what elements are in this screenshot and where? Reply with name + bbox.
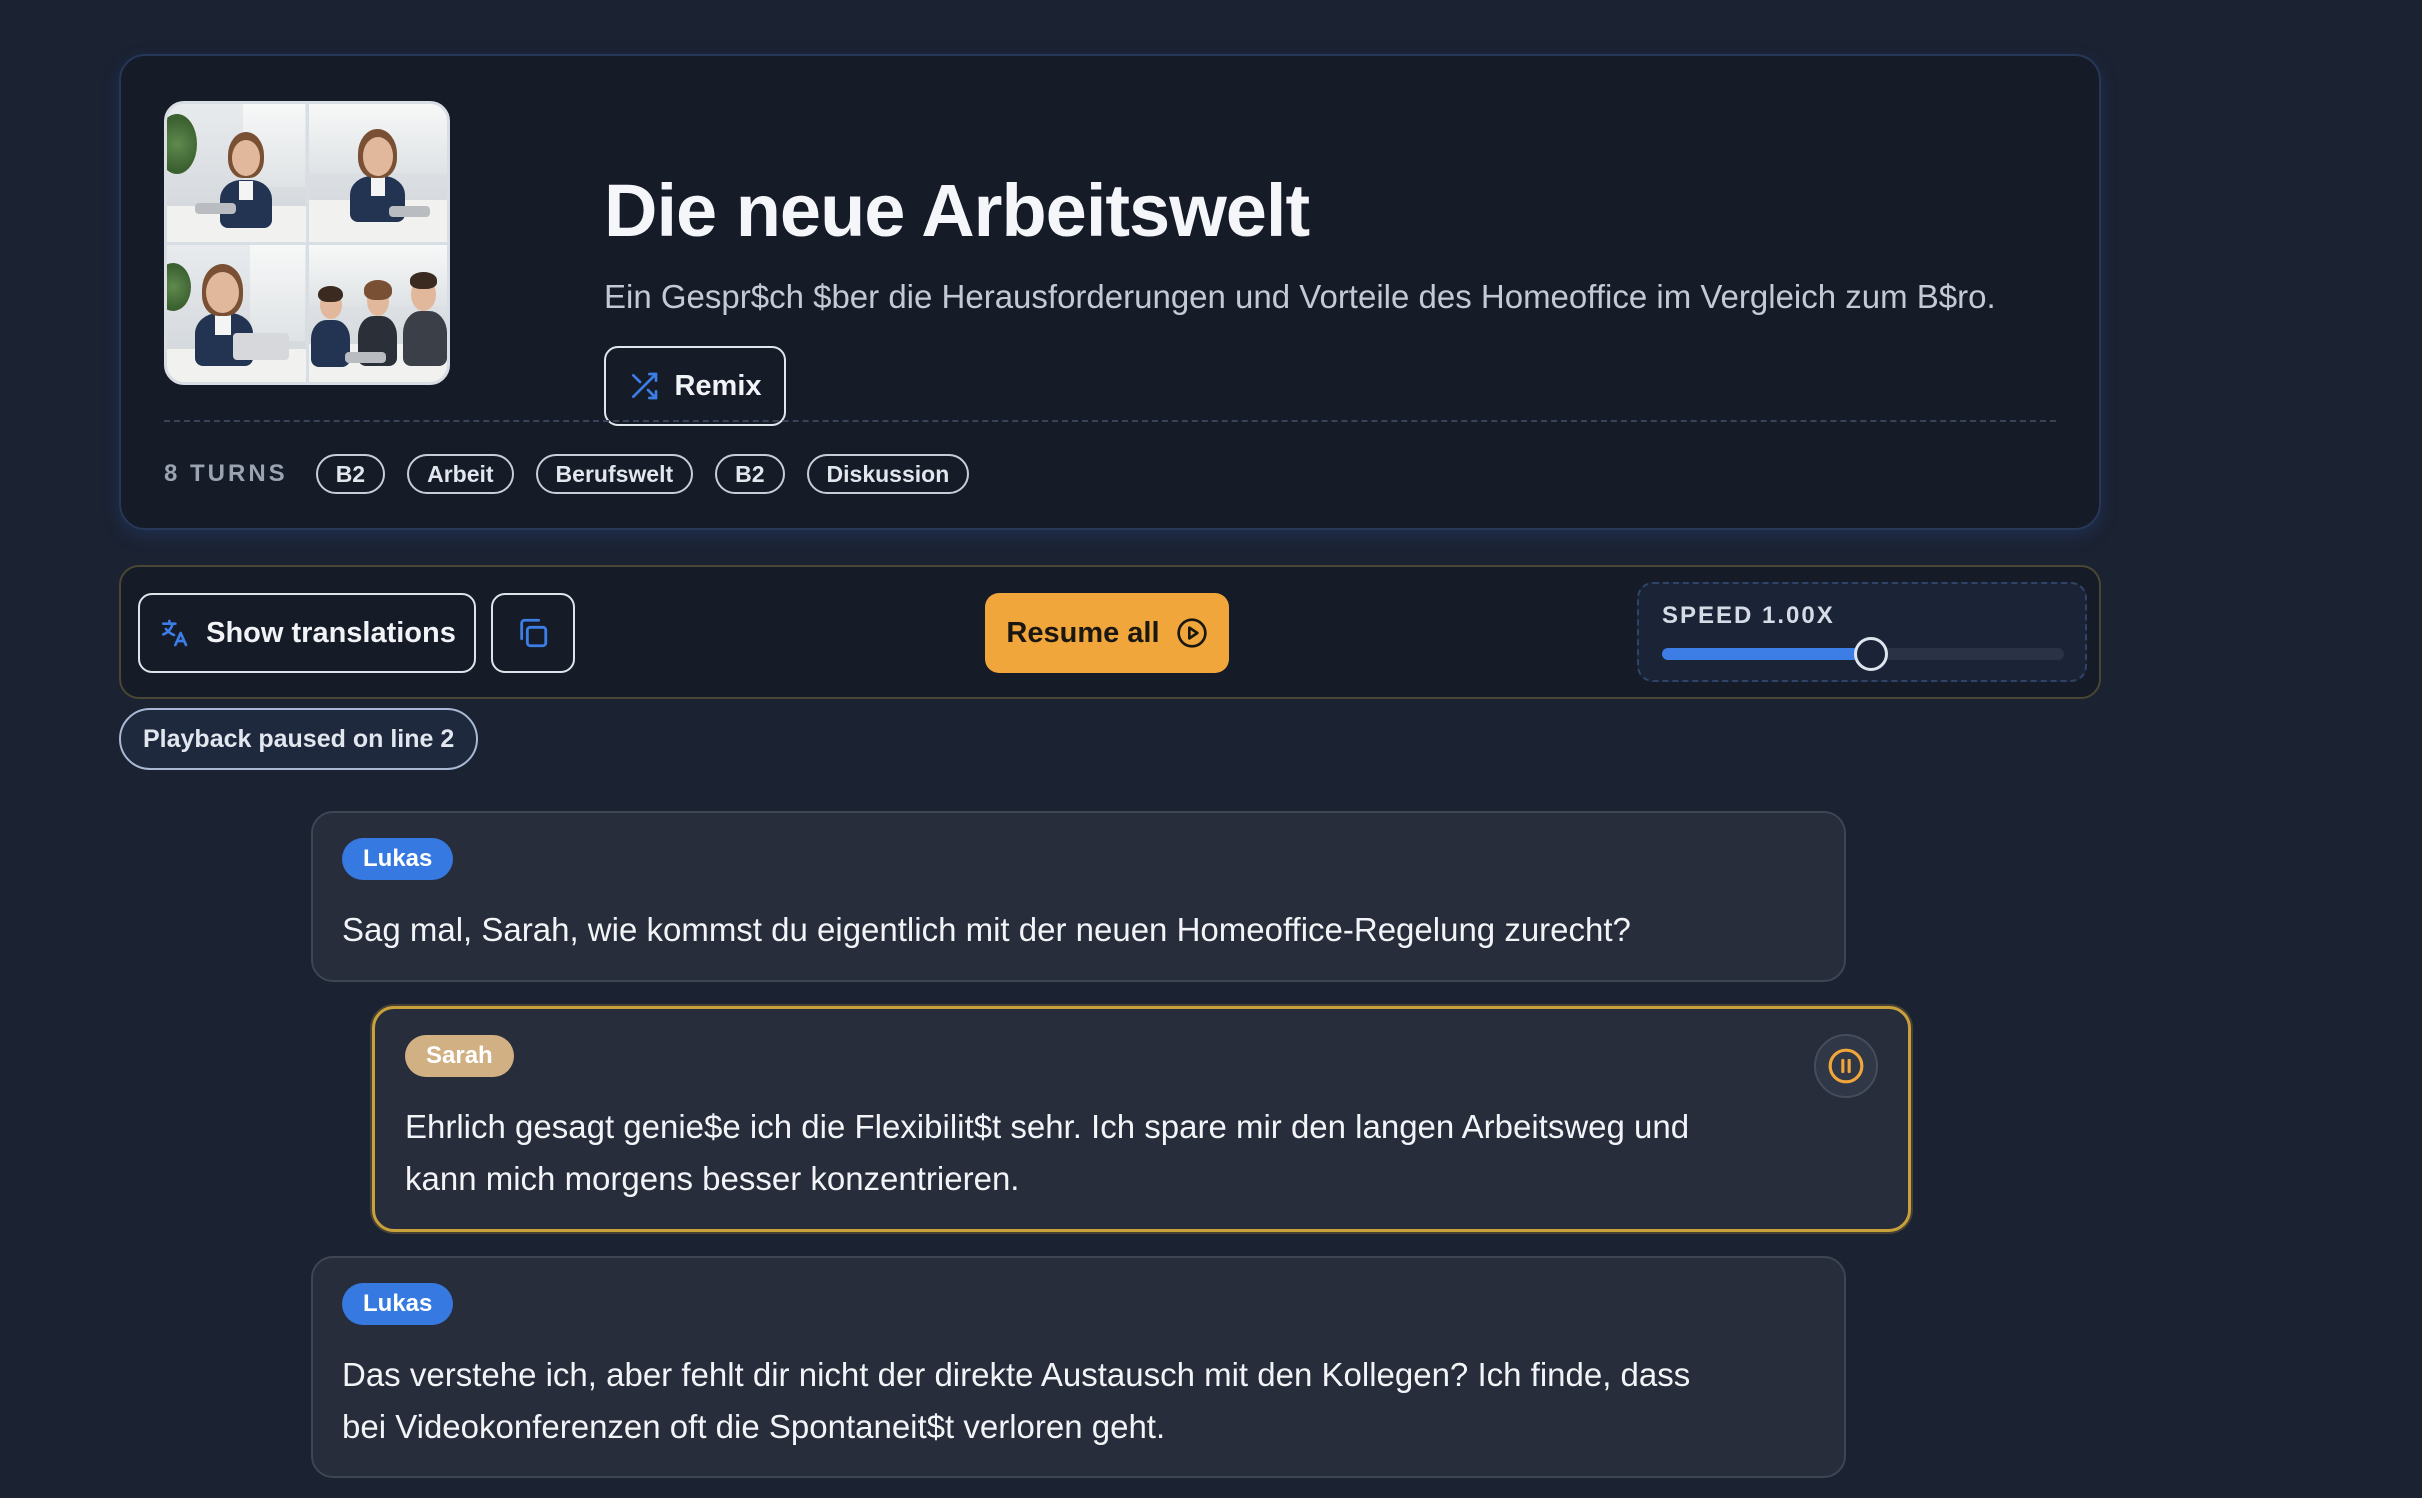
copy-button[interactable] [491,593,575,673]
conversation-header-card: Die neue Arbeitswelt Ein Gespr$ch $ber d… [119,54,2101,530]
speed-slider-track[interactable] [1662,637,2064,671]
tag-chip: Diskussion [806,454,970,494]
page-title: Die neue Arbeitswelt [604,169,1310,252]
show-translations-label: Show translations [206,616,456,649]
shuffle-icon [632,372,658,400]
speaker-badge: Lukas [342,1283,454,1325]
speaker-badge: Lukas [342,838,454,880]
meta-row: 8 TURNS B2 Arbeit Berufswelt B2 Diskussi… [164,453,970,495]
tag-chip: B2 [315,454,386,494]
message-bubble: Lukas Das verstehe ich, aber fehlt dir n… [311,1256,1846,1478]
divider [164,420,2056,422]
translate-icon [162,619,188,647]
remix-label: Remix [674,369,762,402]
collage-cell [167,104,306,242]
resume-all-label: Resume all [1006,616,1160,649]
page-subtitle: Ein Gespr$ch $ber die Herausforderungen … [604,278,1996,315]
play-circle-icon [1176,618,1207,648]
speed-slider-fill [1662,648,1872,660]
status-text: Playback paused on line 2 [143,724,455,753]
copy-icon [520,618,548,648]
speed-label: SPEED 1.00X [1662,602,1835,629]
message-text: Sag mal, Sarah, wie kommst du eigentlich… [342,911,1631,948]
resume-all-button[interactable]: Resume all [985,593,1229,673]
turns-count: 8 TURNS [164,460,288,487]
collage-cell [308,104,447,242]
message-text: Ehrlich gesagt genie$e ich die Flexibili… [405,1108,1690,1197]
collage-cell [308,244,447,382]
message-text: Das verstehe ich, aber fehlt dir nicht d… [342,1356,1691,1445]
message-bubble: Lukas Sag mal, Sarah, wie kommst du eige… [311,811,1846,982]
message-bubble-active: Sarah Ehrlich gesagt genie$e ich die Fle… [372,1006,1911,1232]
tag-chip: B2 [715,454,785,494]
collage-cell [167,244,306,382]
playback-toolbar: Show translations Resume all SPEED 1.00X [119,565,2101,699]
pause-button[interactable] [1814,1034,1878,1098]
speed-control: SPEED 1.00X [1637,582,2087,682]
pause-circle-icon [1828,1048,1864,1084]
remix-button[interactable]: Remix [604,346,786,426]
speed-slider-thumb[interactable] [1854,637,1889,671]
show-translations-button[interactable]: Show translations [138,593,476,673]
speaker-badge: Sarah [405,1035,514,1077]
tag-chip: Berufswelt [535,454,694,494]
status-badge: Playback paused on line 2 [119,708,479,770]
tag-chip: Arbeit [407,454,514,494]
office-collage-image [164,101,450,385]
